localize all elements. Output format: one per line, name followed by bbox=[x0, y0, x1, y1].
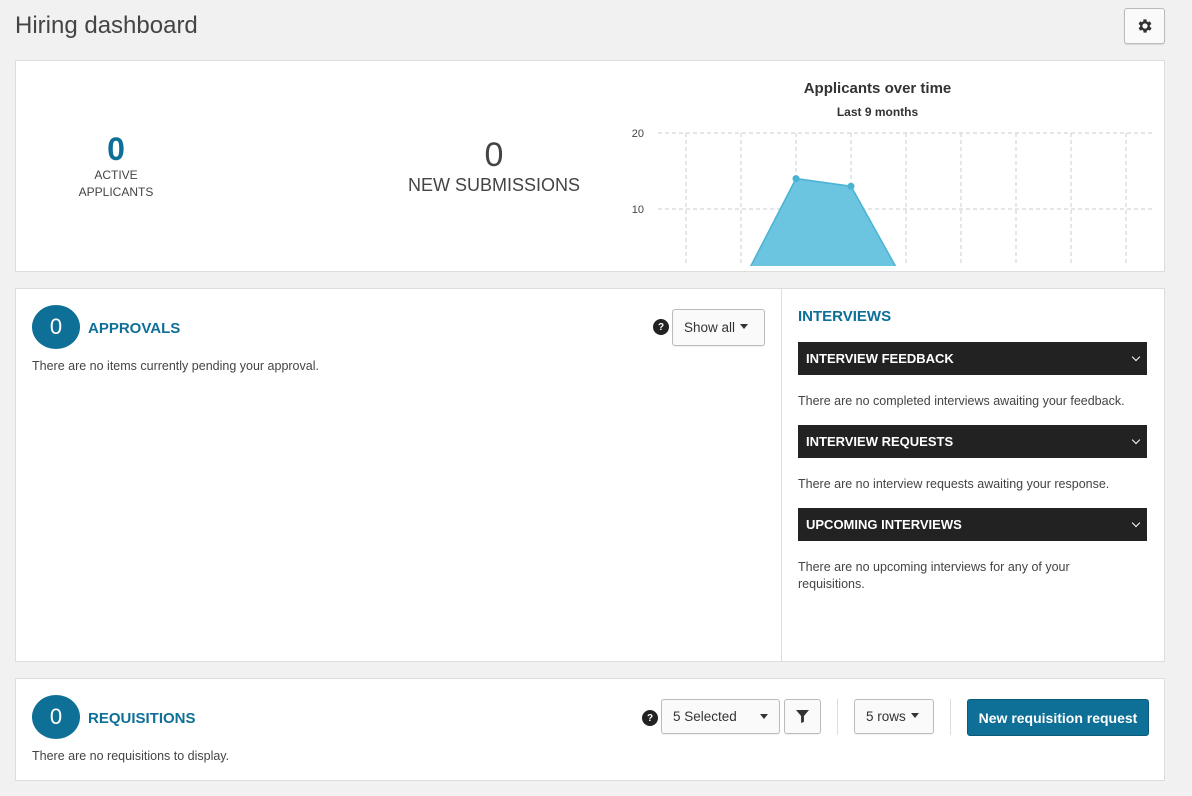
stats-panel: 0 ACTIVE APPLICANTS 0 NEW SUBMISSIONS Ap… bbox=[15, 60, 1165, 272]
approvals-count-badge: 0 bbox=[32, 305, 80, 349]
upcoming-interviews-title: UPCOMING INTERVIEWS bbox=[806, 517, 962, 532]
rows-per-page-dropdown[interactable]: 5 rows bbox=[854, 699, 934, 734]
column-divider bbox=[781, 289, 782, 661]
settings-button[interactable] bbox=[1124, 8, 1165, 44]
approvals-filter-label: Show all bbox=[684, 320, 736, 335]
interview-feedback-text: There are no completed interviews awaiti… bbox=[798, 394, 1125, 408]
filter-icon bbox=[796, 710, 809, 723]
caret-down-icon bbox=[740, 323, 749, 329]
applicants-chart: Applicants over time Last 9 months 01020… bbox=[596, 76, 1156, 266]
approvals-help-icon[interactable]: ? bbox=[653, 319, 669, 335]
interviews-title: INTERVIEWS bbox=[798, 308, 892, 325]
y-tick-label: 20 bbox=[632, 128, 644, 140]
new-submissions-label: NEW SUBMISSIONS bbox=[407, 175, 581, 195]
requisitions-empty-text: There are no requisitions to display. bbox=[32, 749, 230, 763]
page-title: Hiring dashboard bbox=[15, 12, 198, 39]
data-point bbox=[792, 175, 800, 183]
active-applicants-label-2: APPLICANTS bbox=[78, 185, 154, 199]
upcoming-interviews-text-2: requisitions. bbox=[798, 577, 865, 591]
interview-requests-title: INTERVIEW REQUESTS bbox=[806, 434, 954, 449]
chevron-down-icon bbox=[1131, 518, 1141, 527]
caret-down-icon bbox=[910, 712, 919, 718]
y-tick-label: 10 bbox=[632, 204, 644, 216]
filter-button[interactable] bbox=[784, 699, 821, 734]
new-submissions-stat: 0 NEW SUBMISSIONS bbox=[396, 136, 592, 196]
active-applicants-label-1: ACTIVE bbox=[94, 168, 138, 182]
upcoming-interviews-text-1: There are no upcoming interviews for any… bbox=[798, 560, 1070, 574]
interview-requests-header[interactable]: INTERVIEW REQUESTS bbox=[798, 425, 1147, 458]
requisitions-help-icon[interactable]: ? bbox=[642, 710, 658, 726]
approvals-interviews-panel: 0 APPROVALS ? Show all There are no item… bbox=[15, 288, 1165, 662]
new-requisition-button[interactable]: New requisition request bbox=[967, 699, 1149, 736]
interview-requests-text: There are no interview requests awaiting… bbox=[798, 477, 1110, 491]
approvals-filter-dropdown[interactable]: Show all bbox=[672, 309, 765, 346]
requisitions-panel: 0 REQUISITIONS There are no requisitions… bbox=[15, 678, 1165, 781]
gear-icon bbox=[1138, 19, 1152, 33]
active-applicants-stat[interactable]: 0 ACTIVE APPLICANTS bbox=[56, 131, 176, 201]
approvals-title: APPROVALS bbox=[88, 320, 181, 337]
data-point bbox=[847, 182, 855, 190]
approvals-empty-text: There are no items currently pending you… bbox=[32, 359, 319, 373]
chevron-down-icon bbox=[1131, 352, 1141, 361]
new-submissions-count: 0 bbox=[484, 136, 504, 174]
chart-svg: 01020AugSepOctNovDecJanFebMarApr bbox=[632, 128, 1153, 266]
requisitions-status-select[interactable]: 5 Selected bbox=[661, 699, 780, 734]
active-applicants-count: 0 bbox=[107, 131, 125, 167]
requisitions-count-badge: 0 bbox=[32, 695, 80, 739]
toolbar-divider bbox=[950, 699, 951, 735]
caret-down-icon bbox=[760, 714, 768, 719]
rows-per-page-label: 5 rows bbox=[866, 709, 906, 724]
toolbar-divider bbox=[837, 699, 838, 735]
upcoming-interviews-header[interactable]: UPCOMING INTERVIEWS bbox=[798, 508, 1147, 541]
requisitions-title: REQUISITIONS bbox=[88, 710, 196, 727]
requisitions-status-label: 5 Selected bbox=[673, 709, 737, 724]
interview-feedback-header[interactable]: INTERVIEW FEEDBACK bbox=[798, 342, 1147, 375]
chevron-down-icon bbox=[1131, 435, 1141, 444]
interview-feedback-title: INTERVIEW FEEDBACK bbox=[806, 351, 954, 366]
